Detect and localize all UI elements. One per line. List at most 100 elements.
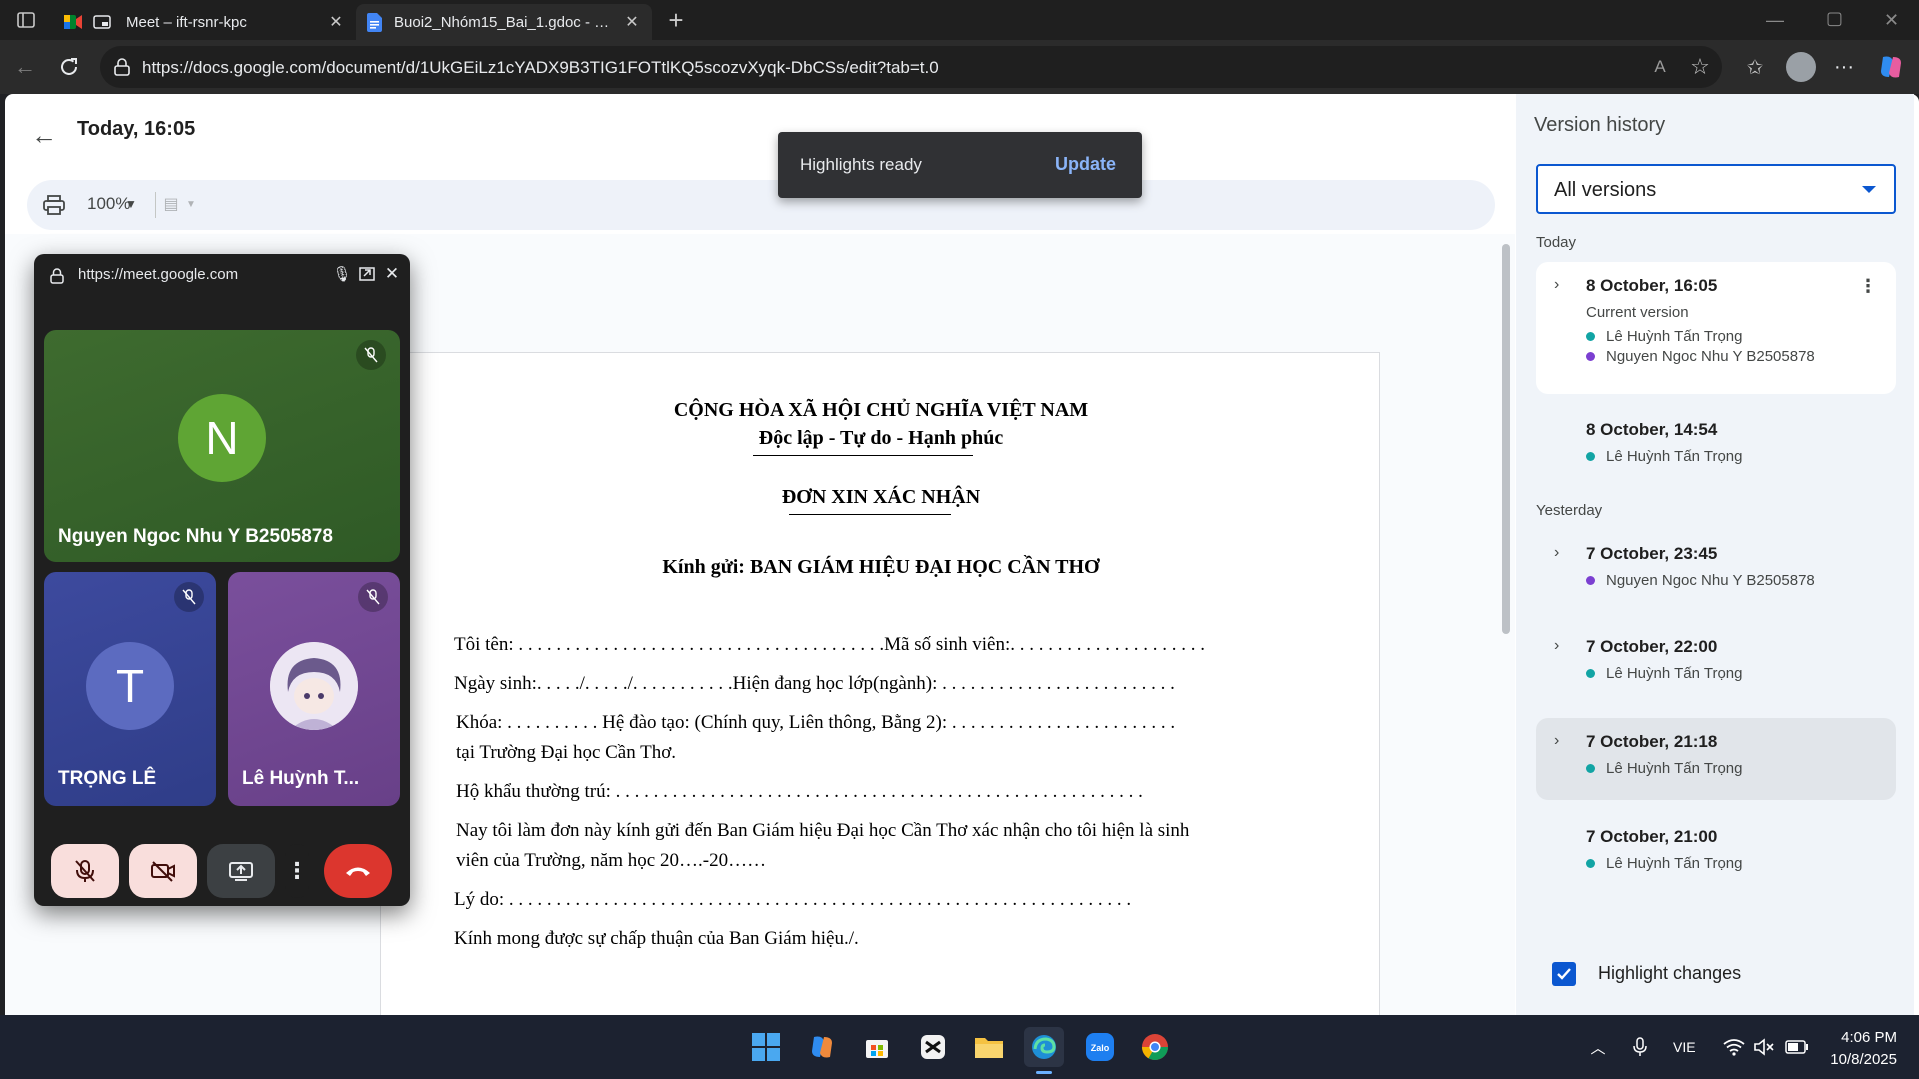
new-tab-icon[interactable]: + [662, 5, 690, 35]
expand-chevron-icon[interactable]: › [1554, 544, 1559, 562]
file-explorer-icon[interactable] [969, 1027, 1009, 1067]
version-item[interactable]: › 7 October, 23:45 Nguyen Ngoc Nhu Y B25… [1536, 530, 1896, 610]
more-options-icon[interactable]: ⋮ [1858, 274, 1878, 298]
capcut-app-icon[interactable] [913, 1027, 953, 1067]
expand-chevron-icon[interactable]: › [1554, 276, 1559, 294]
copilot-icon[interactable] [1876, 52, 1906, 82]
close-tab-icon[interactable]: ✕ [622, 12, 642, 32]
show-hidden-icons[interactable]: ︿ [1588, 1037, 1608, 1057]
editor-entry: Nguyen Ngoc Nhu Y B2505878 [1586, 348, 1815, 365]
back-icon[interactable]: ← [12, 54, 38, 80]
close-window-icon[interactable]: ✕ [1884, 10, 1899, 31]
start-icon[interactable] [746, 1027, 786, 1067]
version-date: 7 October, 22:00 [1586, 637, 1718, 656]
wifi-icon[interactable] [1722, 1035, 1746, 1059]
version-item[interactable]: 8 October, 14:54 Lê Huỳnh Tấn Trọng [1536, 406, 1896, 486]
docs-header: ← Today, 16:05 [5, 94, 1515, 174]
edge-app-icon[interactable] [1024, 1027, 1064, 1074]
tab-docs[interactable]: Buoi2_Nhóm15_Bai_1.gdoc - Goo ✕ [356, 4, 652, 40]
profile-avatar-icon[interactable] [1786, 52, 1816, 82]
doc-name-line: Tôi tên: . . . . . . . . . . . . . . . .… [454, 634, 1206, 655]
mic-muted-icon [356, 340, 386, 370]
editor-color-dot [1586, 452, 1595, 461]
editor-color-dot [1586, 669, 1595, 678]
favorites-icon[interactable]: ✩ [1742, 54, 1768, 80]
version-date: 7 October, 21:18 [1586, 732, 1718, 751]
back-to-tab-icon[interactable] [356, 264, 378, 284]
chrome-app-icon[interactable] [1135, 1027, 1175, 1067]
profile-picture [270, 642, 358, 730]
expand-chevron-icon[interactable]: › [1554, 637, 1559, 655]
close-pip-icon[interactable]: ✕ [382, 264, 402, 284]
version-item-current[interactable]: › 8 October, 16:05 ⋮ Current version Lê … [1536, 262, 1896, 394]
version-item[interactable]: 7 October, 21:00 Lê Huỳnh Tấn Trọng [1536, 813, 1896, 893]
version-date: 7 October, 23:45 [1586, 544, 1718, 563]
more-menu-icon[interactable]: ··· [1830, 54, 1858, 80]
meet-favicon [64, 14, 82, 30]
copilot-app-icon[interactable] [802, 1027, 842, 1067]
leave-call-button[interactable] [324, 844, 392, 898]
picture-in-picture-icon [92, 14, 112, 30]
participant-tile[interactable]: N Nguyen Ngoc Nhu Y B2505878 [44, 330, 400, 562]
title-underline [789, 514, 951, 515]
editor-entry: Lê Huỳnh Tấn Trọng [1586, 855, 1742, 872]
snackbar-text: Highlights ready [800, 155, 922, 174]
doc-body-line-2: viên của Trường, năm học 20….-20…… [456, 850, 767, 871]
input-language[interactable]: VIE [1673, 1039, 1696, 1055]
doc-recipient: Kính gửi: BAN GIÁM HIỆU ĐẠI HỌC CẦN THƠ [662, 556, 1100, 578]
doc-address-line: Hộ khẩu thường trú: . . . . . . . . . . … [456, 781, 1143, 802]
refresh-icon[interactable] [56, 54, 82, 80]
participant-tile[interactable]: T TRỌNG LÊ [44, 572, 216, 806]
doc-course-line-2: tại Trường Đại học Cần Thơ. [456, 742, 677, 763]
microphone-icon[interactable] [1630, 1035, 1650, 1059]
pip-url: https://meet.google.com [78, 266, 239, 283]
close-tab-icon[interactable]: ✕ [326, 12, 346, 32]
participant-name: Nguyen Ngoc Nhu Y B2505878 [58, 526, 333, 547]
zalo-app-icon[interactable]: Zalo [1080, 1027, 1120, 1067]
clock-time[interactable]: 4:06 PM [1841, 1029, 1897, 1046]
present-screen-button[interactable] [207, 844, 275, 898]
doc-dob-line: Ngày sinh:. . . . ./. . . . ./. . . . . … [454, 673, 1175, 694]
site-info-icon[interactable] [112, 57, 132, 77]
update-button[interactable]: Update [1055, 154, 1116, 175]
vertical-scrollbar[interactable] [1502, 244, 1510, 634]
expand-chevron-icon[interactable]: › [1554, 732, 1559, 750]
pip-mic-icon[interactable]: 🎙 [332, 264, 352, 284]
version-item-hovered[interactable]: › 7 October, 21:18 Lê Huỳnh Tấn Trọng [1536, 718, 1896, 800]
version-filter-select[interactable]: All versions [1536, 164, 1896, 214]
present-icon [229, 862, 253, 881]
filter-value: All versions [1554, 179, 1657, 201]
mic-toggle-button[interactable] [51, 844, 119, 898]
tab-actions-icon[interactable] [14, 9, 38, 31]
more-options-button[interactable]: ⋮ [285, 844, 309, 898]
minimize-icon[interactable]: — [1766, 10, 1784, 31]
dropdown-caret-icon [1862, 186, 1876, 193]
print-icon[interactable] [41, 192, 67, 218]
clock-date[interactable]: 10/8/2025 [1830, 1051, 1897, 1068]
mic-off-icon [75, 860, 95, 882]
favorite-star-icon[interactable]: ☆ [1688, 54, 1712, 79]
volume-muted-icon[interactable] [1752, 1035, 1776, 1059]
editor-entry: Nguyen Ngoc Nhu Y B2505878 [1586, 572, 1815, 589]
battery-icon[interactable] [1784, 1035, 1810, 1059]
editor-entry: Lê Huỳnh Tấn Trọng [1586, 665, 1742, 682]
camera-toggle-button[interactable] [129, 844, 197, 898]
editor-color-dot [1586, 764, 1595, 773]
doc-form-title: ĐƠN XIN XÁC NHẬN [781, 486, 981, 508]
doc-course-line: Khóa: . . . . . . . . . . Hệ đào tạo: (C… [456, 712, 1176, 733]
hang-up-icon [346, 867, 370, 876]
zoom-caret-icon[interactable]: ▼ [123, 196, 139, 212]
tab-title: Meet – ift-rsnr-kpc [126, 13, 247, 31]
version-item[interactable]: › 7 October, 22:00 Lê Huỳnh Tấn Trọng [1536, 623, 1896, 703]
url-field[interactable]: https://docs.google.com/document/d/1UkGE… [100, 46, 1722, 88]
back-arrow-icon[interactable]: ← [29, 120, 59, 150]
read-aloud-icon[interactable]: A [1648, 56, 1672, 78]
store-app-icon[interactable] [857, 1027, 897, 1067]
tab-meet[interactable]: Meet – ift-rsnr-kpc ✕ [52, 4, 356, 40]
highlight-changes-checkbox[interactable] [1552, 962, 1576, 986]
participant-tile[interactable]: Lê Huỳnh T... [228, 572, 400, 806]
document-page[interactable]: CỘNG HÒA XÃ HỘI CHỦ NGHĨA VIỆT NAM Độc l… [380, 352, 1380, 1015]
format-caret-icon: ▼ [186, 198, 196, 210]
address-bar-row: ← https://docs.google.com/document/d/1Uk… [0, 40, 1919, 94]
restore-icon[interactable]: ▢ [1826, 8, 1843, 29]
